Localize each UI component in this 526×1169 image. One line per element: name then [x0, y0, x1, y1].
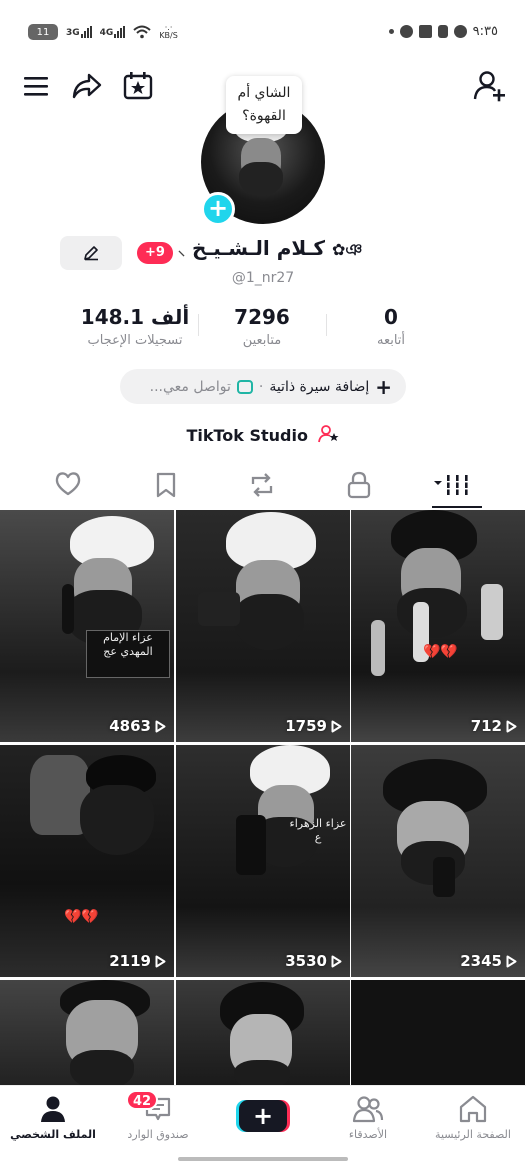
heart-icon[interactable]: [54, 471, 82, 497]
note-bubble[interactable]: الشاي أم القهوة؟: [226, 76, 302, 134]
video-thumbnail[interactable]: 2345: [351, 745, 525, 977]
video-caption: عزاء الإمام المهدي عج: [86, 630, 170, 678]
view-count: 2119: [109, 952, 166, 970]
broken-hearts: 💔💔: [423, 644, 458, 660]
tiktok-studio-link[interactable]: TikTok Studio: [0, 424, 526, 445]
nav-profile[interactable]: الملف الشخصي: [3, 1094, 103, 1141]
video-thumbnail[interactable]: عزاء الزهراء ع 3530: [176, 745, 350, 977]
play-icon: [506, 720, 517, 732]
pinterest-icon: [399, 25, 413, 38]
video-thumbnail[interactable]: [0, 980, 174, 1085]
play-icon: [155, 955, 166, 967]
home-icon: [459, 1095, 487, 1123]
profile-icon: [41, 1096, 65, 1122]
add-story-button[interactable]: +: [201, 192, 235, 226]
pencil-icon: [84, 246, 98, 261]
view-count: 3530: [285, 952, 342, 970]
notification-dot-icon: [388, 29, 394, 34]
lock-icon[interactable]: [346, 471, 372, 499]
stats-divider: [326, 314, 327, 336]
grid-icon[interactable]: [432, 472, 472, 498]
create-plus-icon: +: [239, 1100, 287, 1132]
signal-4g-icon: 4G: [100, 26, 126, 38]
edit-profile-button[interactable]: [60, 236, 122, 270]
following-count: 0: [384, 305, 398, 329]
name-decoration: ✿ঞ: [332, 240, 363, 259]
menu-icon[interactable]: [22, 74, 50, 98]
view-count: 4863: [109, 717, 166, 735]
create-button[interactable]: +: [236, 1100, 290, 1132]
view-count: 1759: [285, 717, 342, 735]
following-stat[interactable]: 0 أتابعه: [356, 305, 426, 348]
add-friend-icon[interactable]: [473, 70, 507, 102]
view-count: 2345: [460, 952, 517, 970]
play-icon: [155, 720, 166, 732]
friends-icon: [352, 1096, 384, 1123]
studio-label: TikTok Studio: [186, 426, 308, 445]
followers-stat[interactable]: 7296 متابعين: [212, 305, 312, 348]
contact-label: تواصل معي...: [149, 378, 231, 395]
video-thumbnail[interactable]: [176, 980, 350, 1085]
video-thumbnail[interactable]: [351, 980, 525, 1085]
repost-icon[interactable]: [247, 471, 277, 499]
bookmark-icon[interactable]: [154, 471, 178, 499]
likes-stat: 148.1 ألف تسجيلات الإعجاب: [70, 305, 200, 348]
capcut-icon: [418, 25, 432, 38]
video-caption: عزاء الزهراء ع: [289, 817, 347, 844]
person-star-icon: [317, 425, 339, 443]
display-name-text: كـلام الـشـيـخ: [191, 236, 326, 260]
username: @1_nr27: [231, 270, 295, 286]
video-thumbnail[interactable]: 💔💔 712: [351, 510, 525, 742]
play-icon: [506, 955, 517, 967]
network-speed: ·.· KB/S: [159, 23, 178, 40]
facebook-icon: [453, 25, 467, 38]
nav-inbox[interactable]: صندوق الوارد: [108, 1094, 208, 1141]
add-bio-label: إضافة سيرة ذاتية: [269, 378, 370, 395]
nav-home[interactable]: الصفحة الرئيسية: [423, 1094, 523, 1141]
tiktok-icon: [437, 25, 448, 38]
active-tab-indicator: [432, 506, 482, 508]
status-bar: 11 3G 4G ·.· KB/S ٩:٣٥: [0, 22, 526, 46]
followers-label: متابعين: [242, 333, 282, 348]
video-thumbnail[interactable]: عزاء الإمام المهدي عج 4863: [0, 510, 174, 742]
home-indicator: [178, 1157, 348, 1161]
likes-count: 148.1 ألف: [80, 305, 190, 329]
profile-screen: 11 3G 4G ·.· KB/S ٩:٣٥ + الشاي أم القهوة…: [0, 0, 526, 1169]
stats-divider: [198, 314, 199, 336]
play-icon: [331, 720, 342, 732]
inbox-badge: 42: [126, 1090, 158, 1110]
wifi-icon: [133, 25, 151, 39]
display-name: ⸜ كـلام الـشـيـخ ✿ঞ: [178, 236, 363, 260]
share-icon[interactable]: [71, 72, 103, 100]
plus-icon: +: [375, 374, 392, 399]
following-label: أتابعه: [376, 333, 406, 348]
bio-separator: ·: [258, 378, 264, 395]
broken-hearts: 💔💔: [64, 909, 99, 925]
view-count: 712: [471, 717, 517, 735]
battery-icon: 11: [28, 24, 58, 40]
chat-icon: [236, 379, 253, 394]
followers-count: 7296: [234, 305, 290, 329]
clock: ٩:٣٥: [472, 24, 498, 39]
nav-friends[interactable]: الأصدقاء: [318, 1094, 418, 1141]
video-thumbnail[interactable]: 1759: [176, 510, 350, 742]
calendar-star-icon[interactable]: [122, 71, 154, 101]
play-icon: [331, 955, 342, 967]
add-bio-button[interactable]: + إضافة سيرة ذاتية · تواصل معي...: [120, 369, 406, 404]
signal-3g-icon: 3G: [66, 26, 92, 38]
likes-label: تسجيلات الإعجاب: [87, 333, 183, 348]
video-thumbnail[interactable]: 💔💔 2119: [0, 745, 174, 977]
profile-views-badge[interactable]: +9: [137, 242, 173, 264]
